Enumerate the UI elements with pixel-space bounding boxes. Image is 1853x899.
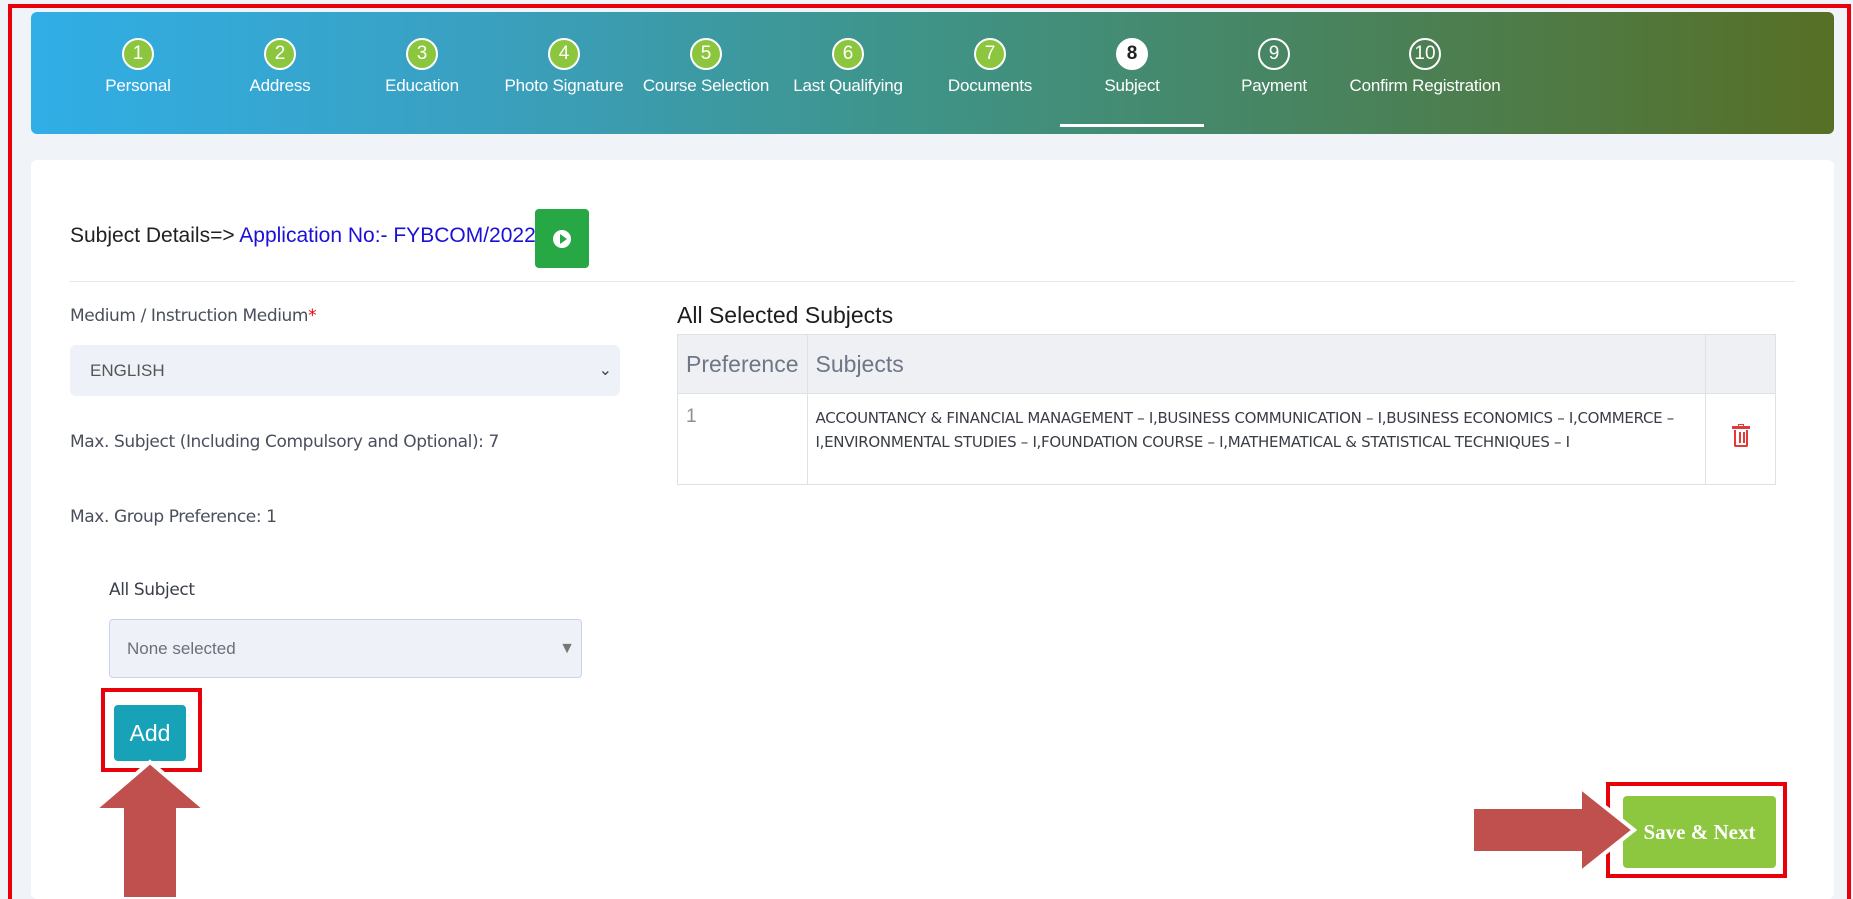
step-label: Subject xyxy=(1104,76,1160,95)
step-confirm-registration[interactable]: 10 Confirm Registration xyxy=(1345,38,1505,96)
all-subject-select[interactable]: None selected ▼ xyxy=(109,619,582,678)
max-group-text: Max. Group Preference: 1 xyxy=(70,507,277,527)
step-label: Documents xyxy=(947,76,1033,95)
step-number: 6 xyxy=(832,38,864,70)
column-header-preference: Preference xyxy=(677,334,808,394)
step-number: 1 xyxy=(122,38,154,70)
all-subject-value: None selected xyxy=(127,639,236,658)
step-photo-signature[interactable]: 4 Photo Signature xyxy=(493,38,635,96)
step-course-selection[interactable]: 5 Course Selection xyxy=(635,38,777,96)
chevron-down-icon: ▼ xyxy=(559,640,575,657)
step-education[interactable]: 3 Education xyxy=(351,38,493,96)
active-step-underline xyxy=(1060,124,1204,127)
step-number: 3 xyxy=(406,38,438,70)
step-label: Payment xyxy=(1241,76,1307,95)
step-number: 7 xyxy=(974,38,1006,70)
step-number: 10 xyxy=(1409,38,1441,70)
step-label: Personal xyxy=(105,76,171,95)
table-header-row: Preference Subjects xyxy=(677,334,1776,394)
step-documents[interactable]: 7 Documents xyxy=(919,38,1061,96)
step-number: 4 xyxy=(548,38,580,70)
table-row: 1 ACCOUNTANCY & FINANCIAL MANAGEMENT – I… xyxy=(677,393,1776,485)
selected-subjects-title: All Selected Subjects xyxy=(677,302,894,328)
step-label: Education xyxy=(385,76,459,95)
subjects-line: ACCOUNTANCY & FINANCIAL MANAGEMENT – I,B… xyxy=(815,409,1675,427)
max-subject-text: Max. Subject (Including Compulsory and O… xyxy=(70,432,499,452)
registration-page: 1 Personal 2 Address 3 Education 4 Photo… xyxy=(0,0,1853,899)
up-arrow-annotation xyxy=(88,759,212,899)
step-payment[interactable]: 9 Payment xyxy=(1203,38,1345,96)
step-label: Photo Signature xyxy=(504,76,624,95)
column-header-subjects: Subjects xyxy=(806,334,1707,394)
medium-select[interactable]: ENGLISH ⌄ xyxy=(70,345,620,396)
all-subject-label: All Subject xyxy=(109,580,195,600)
step-label: Course Selection xyxy=(642,76,770,95)
registration-stepper: 1 Personal 2 Address 3 Education 4 Photo… xyxy=(31,12,1834,134)
preference-cell: 1 xyxy=(677,393,808,485)
column-header-actions xyxy=(1705,334,1776,394)
step-label: Address xyxy=(249,76,311,95)
delete-cell xyxy=(1705,393,1776,485)
application-number: Application No:- FYBCOM/2022/23/1 xyxy=(239,224,583,247)
section-divider xyxy=(70,281,1795,282)
step-number: 9 xyxy=(1258,38,1290,70)
add-button[interactable]: Add xyxy=(114,705,186,761)
step-subject[interactable]: 8 Subject xyxy=(1061,38,1203,96)
medium-label-text: Medium / Instruction Medium xyxy=(70,306,309,326)
step-address[interactable]: 2 Address xyxy=(209,38,351,96)
step-number: 2 xyxy=(264,38,296,70)
subject-details-prefix: Subject Details=> xyxy=(70,224,240,247)
right-arrow-annotation xyxy=(1470,783,1638,877)
trash-icon[interactable] xyxy=(1731,424,1750,448)
subject-details-heading: Subject Details=> Application No:- FYBCO… xyxy=(70,224,582,248)
play-button[interactable] xyxy=(535,209,589,268)
step-personal[interactable]: 1 Personal xyxy=(67,38,209,96)
chevron-down-icon: ⌄ xyxy=(598,362,612,379)
step-number: 5 xyxy=(690,38,722,70)
step-last-qualifying[interactable]: 6 Last Qualifying xyxy=(777,38,919,96)
subjects-line: I,ENVIRONMENTAL STUDIES – I,FOUNDATION C… xyxy=(815,433,1571,451)
medium-label: Medium / Instruction Medium* xyxy=(70,306,317,326)
medium-select-value: ENGLISH xyxy=(90,361,165,380)
play-circle-icon xyxy=(553,230,571,248)
step-number: 8 xyxy=(1116,38,1148,70)
subjects-cell: ACCOUNTANCY & FINANCIAL MANAGEMENT – I,B… xyxy=(806,393,1707,485)
selected-subjects-table: Preference Subjects 1 ACCOUNTANCY & FINA… xyxy=(677,334,1776,485)
step-label: Confirm Registration xyxy=(1349,76,1501,95)
save-next-button[interactable]: Save & Next xyxy=(1623,796,1776,868)
step-label: Last Qualifying xyxy=(793,76,903,95)
required-mark: * xyxy=(308,306,317,326)
